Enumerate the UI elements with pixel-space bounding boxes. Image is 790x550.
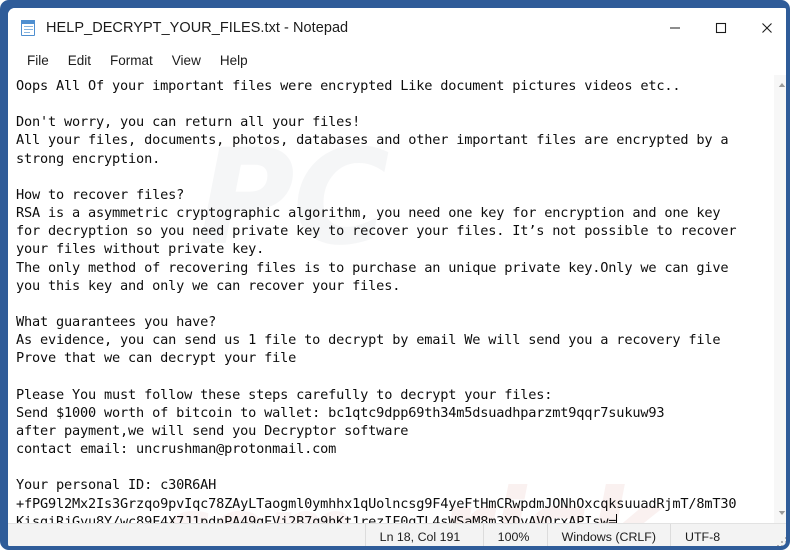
- status-cursor-position[interactable]: Ln 18, Col 191: [364, 524, 483, 546]
- window-title: HELP_DECRYPT_YOUR_FILES.txt - Notepad: [46, 19, 349, 36]
- window-controls: [652, 8, 786, 47]
- status-zoom-level[interactable]: 100%: [482, 524, 547, 546]
- close-button[interactable]: [744, 8, 786, 47]
- notepad-window: HELP_DECRYPT_YOUR_FILES.txt - Notepad Fi…: [0, 0, 790, 550]
- menu-item-help[interactable]: Help: [211, 50, 257, 71]
- status-bar: Ln 18, Col 191 100% Windows (CRLF) UTF-8: [8, 523, 786, 546]
- status-line-ending[interactable]: Windows (CRLF): [546, 524, 670, 546]
- scroll-down-button[interactable]: [774, 506, 787, 520]
- menu-item-edit[interactable]: Edit: [59, 50, 100, 71]
- vertical-scrollbar[interactable]: [773, 75, 787, 523]
- title-bar-left: HELP_DECRYPT_YOUR_FILES.txt - Notepad: [8, 18, 652, 37]
- scroll-up-icon: [778, 83, 786, 87]
- minimize-icon: [670, 26, 680, 29]
- menu-bar: File Edit Format View Help: [8, 47, 786, 74]
- ransom-note-body: Oops All Of your important files were en…: [16, 78, 737, 523]
- document-text[interactable]: Oops All Of your important files were en…: [16, 77, 773, 523]
- menu-item-format[interactable]: Format: [101, 50, 162, 71]
- text-editor[interactable]: PC risk .com Oops All Of your important …: [8, 75, 773, 523]
- scroll-down-icon: [778, 511, 786, 515]
- window-inner: HELP_DECRYPT_YOUR_FILES.txt - Notepad Fi…: [8, 8, 787, 546]
- title-bar: HELP_DECRYPT_YOUR_FILES.txt - Notepad: [8, 8, 786, 47]
- maximize-button[interactable]: [698, 8, 744, 47]
- status-encoding[interactable]: UTF-8: [670, 524, 786, 546]
- notepad-icon: [20, 18, 37, 37]
- text-caret: [616, 513, 618, 523]
- menu-item-view[interactable]: View: [163, 50, 210, 71]
- resize-grip[interactable]: [776, 536, 786, 546]
- close-icon: [762, 22, 772, 33]
- menu-item-file[interactable]: File: [18, 50, 58, 71]
- editor-area: PC risk .com Oops All Of your important …: [8, 74, 787, 523]
- scroll-up-button[interactable]: [774, 78, 787, 92]
- maximize-icon: [715, 22, 727, 33]
- minimize-button[interactable]: [652, 8, 698, 47]
